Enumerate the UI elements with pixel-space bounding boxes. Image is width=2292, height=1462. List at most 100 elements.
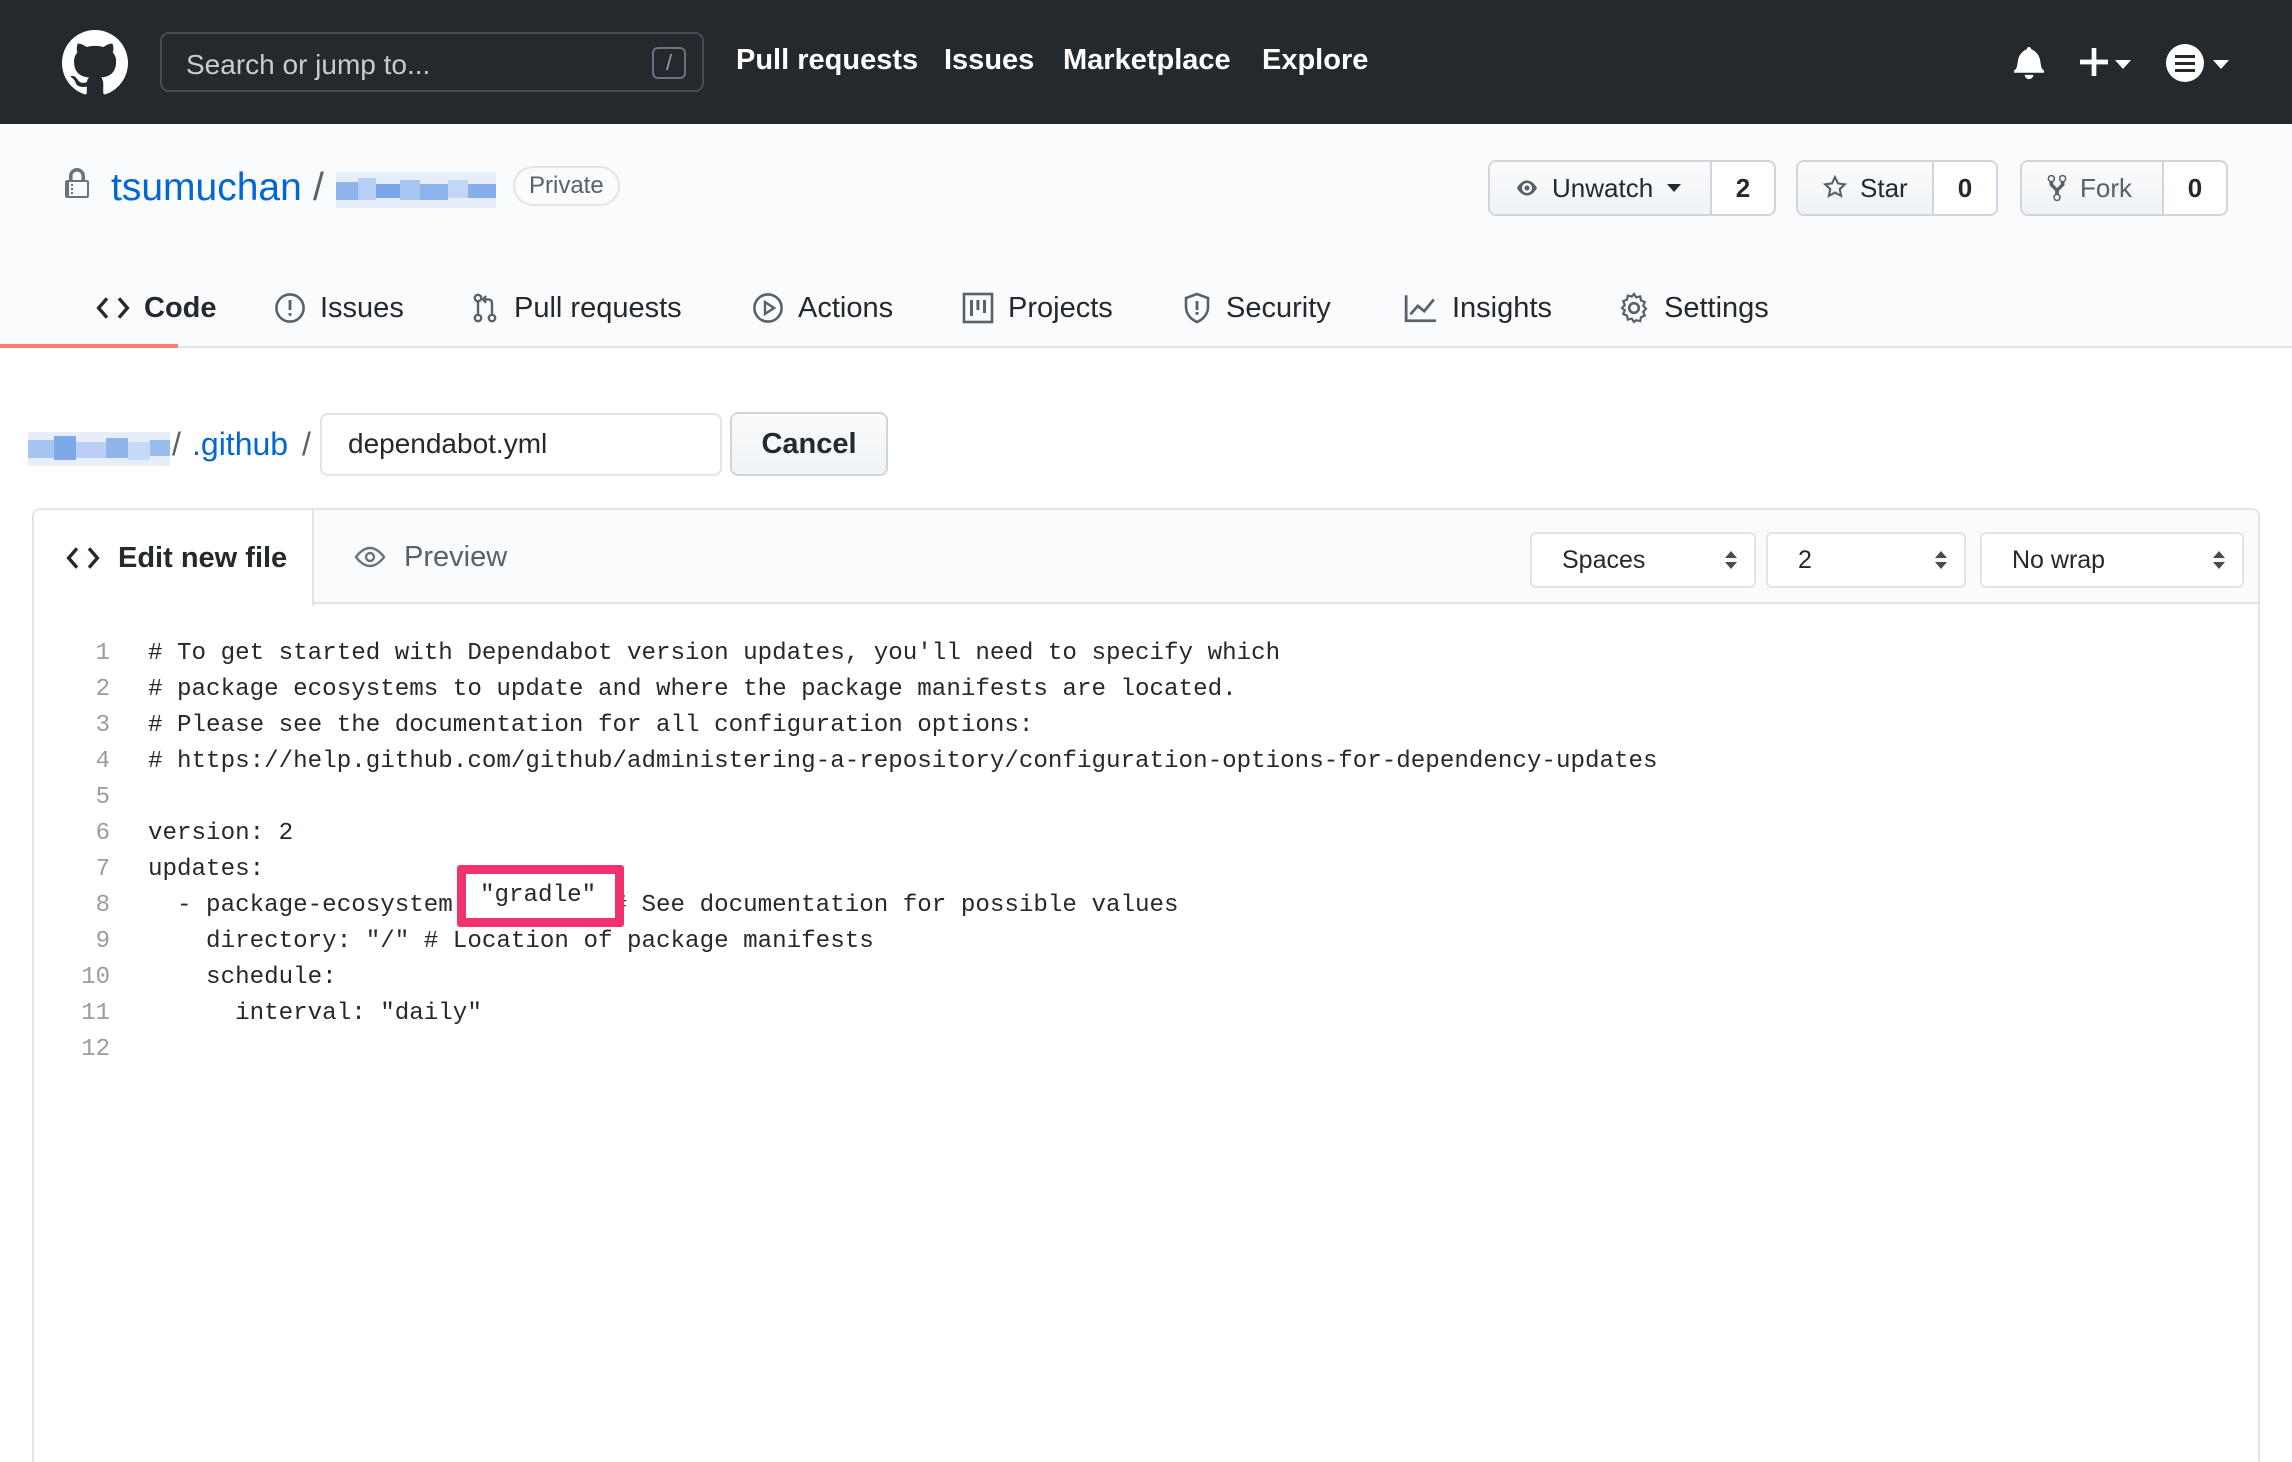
code-textarea[interactable]: # To get started with Dependabot version… [148,636,1658,1068]
tab-security-label: Security [1226,291,1331,324]
nav-pull-requests[interactable]: Pull requests [736,44,918,77]
search-input[interactable]: Search or jump to... / [160,32,704,92]
breadcrumb-separator: / [302,426,311,462]
code-line: updates: [148,856,265,883]
nav-issues[interactable]: Issues [944,44,1034,77]
repository-header: tsumuchan / Private Unwatch 2 Star 0 For… [0,124,2292,348]
tab-projects-label: Projects [1008,291,1113,324]
file-editor: Edit new file Preview Spaces 2 No wrap 1… [32,508,2260,1462]
code-icon [66,547,100,569]
active-tab-indicator [0,344,178,348]
issue-icon [275,293,305,323]
search-shortcut-hint: / [652,47,686,79]
tab-code-label: Code [144,291,217,324]
unwatch-label: Unwatch [1552,172,1654,203]
line-number: 2 [95,676,110,703]
code-line: # https://help.github.com/github/adminis… [148,748,1658,775]
tab-insights-label: Insights [1452,291,1552,324]
cancel-button[interactable]: Cancel [730,412,888,476]
tab-insights[interactable]: Insights [1404,270,1552,346]
code-line: version: 2 [148,820,294,847]
tab-pull-requests-label: Pull requests [514,291,682,324]
tab-actions-label: Actions [798,291,894,324]
redacted-repo-link [28,432,170,466]
pull-request-icon [473,293,497,323]
profile-menu-caret-icon[interactable] [2213,60,2229,69]
filename-input[interactable]: dependabot.yml [320,413,722,476]
menu-icon[interactable] [2166,44,2204,82]
indent-mode-value: Spaces [1562,546,1646,574]
code-line: schedule: [148,964,337,991]
tab-actions[interactable]: Actions [752,270,893,346]
line-number: 8 [95,892,110,919]
fork-label: Fork [2080,172,2132,203]
line-number: 9 [95,928,110,955]
watchers-count[interactable]: 2 [1712,162,1774,214]
plus-icon[interactable] [2080,48,2108,76]
wrap-mode-select[interactable]: No wrap [1980,532,2244,588]
line-number-gutter: 1 2 3 4 5 6 7 8 9 10 11 12 [34,636,134,1068]
project-icon [962,292,994,324]
tab-settings-label: Settings [1664,291,1769,324]
nav-marketplace[interactable]: Marketplace [1063,44,1231,77]
graph-icon [1404,295,1436,323]
unwatch-button[interactable]: Unwatch [1490,162,1712,214]
fork-icon [2047,174,2067,202]
visibility-badge: Private [513,166,620,206]
updown-icon [2213,551,2225,569]
watch-button-group: Unwatch 2 [1488,160,1776,216]
plus-menu-caret-icon[interactable] [2115,60,2131,69]
star-button[interactable]: Star [1798,162,1934,214]
breadcrumb-folder-link[interactable]: .github [192,426,288,463]
line-number: 6 [95,820,110,847]
breadcrumb-separator: / [172,426,181,462]
tab-code[interactable]: Code [96,270,217,346]
editor-toolbar: Edit new file Preview Spaces 2 No wrap [34,510,2258,606]
repo-owner-link[interactable]: tsumuchan [111,166,302,210]
search-placeholder: Search or jump to... [186,49,431,80]
wrap-mode-value: No wrap [2012,546,2106,574]
stargazers-count[interactable]: 0 [1934,162,1996,214]
shield-icon [1184,292,1210,324]
play-icon [753,293,783,323]
code-line: # To get started with Dependabot version… [148,640,1281,667]
line-number: 3 [95,712,110,739]
fork-button[interactable]: Fork [2022,162,2164,214]
redacted-repo-name [336,172,496,208]
nav-explore[interactable]: Explore [1262,44,1368,77]
fork-button-group: Fork 0 [2020,160,2228,216]
github-logo-icon[interactable] [62,30,128,96]
code-line: - package-ecosystem: "gradle" # See docu… [148,892,1179,919]
star-button-group: Star 0 [1796,160,1998,216]
star-label: Star [1860,172,1908,203]
forks-count[interactable]: 0 [2164,162,2226,214]
line-number: 11 [81,1000,110,1027]
tab-issues[interactable]: Issues [274,270,404,346]
eye-icon [1517,180,1537,196]
line-number: 10 [81,964,110,991]
tab-edit-new-file[interactable]: Edit new file [34,510,314,606]
indent-mode-select[interactable]: Spaces [1530,532,1756,588]
gear-icon [1620,292,1648,324]
bell-icon[interactable] [2014,44,2044,80]
tab-projects[interactable]: Projects [962,270,1113,346]
tab-pull-requests[interactable]: Pull requests [470,270,682,346]
tab-preview[interactable]: Preview [354,510,507,604]
repo-path-separator: / [313,166,324,209]
tab-security[interactable]: Security [1182,270,1331,346]
eye-icon [354,546,386,568]
line-number: 5 [95,784,110,811]
updown-icon [1935,551,1947,569]
tab-edit-label: Edit new file [118,541,288,574]
highlight-annotation-box: "gradle" [457,865,624,927]
star-icon [1822,174,1848,198]
tab-issues-label: Issues [320,291,404,324]
code-line: directory: "/" # Location of package man… [148,928,874,955]
indent-size-select[interactable]: 2 [1766,532,1966,588]
code-icon [96,297,130,319]
line-number: 4 [95,748,110,775]
tab-settings[interactable]: Settings [1618,270,1769,346]
code-line: # package ecosystems to update and where… [148,676,1237,703]
